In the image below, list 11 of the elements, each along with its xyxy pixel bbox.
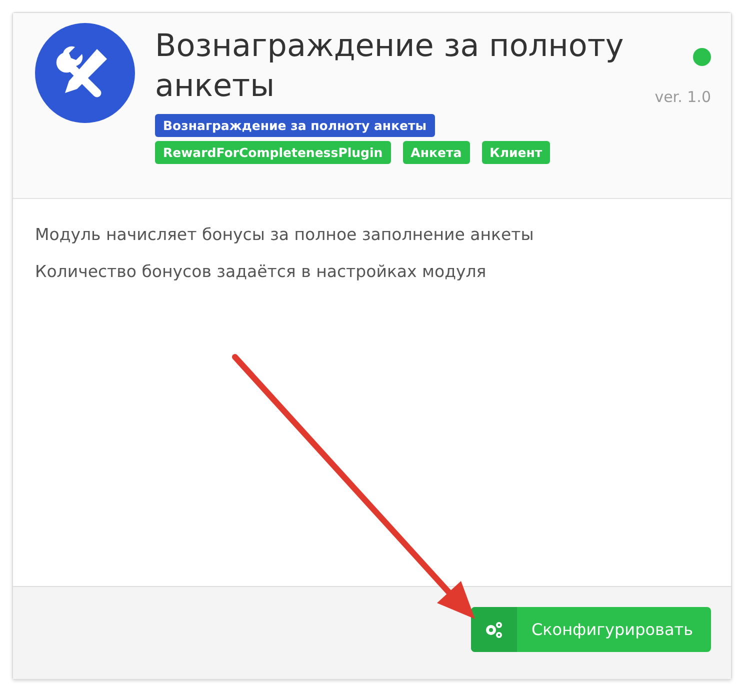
description-text: Модуль начисляет бонусы за полное заполнение анкеты: [35, 225, 535, 244]
version-label: ver. 1.0: [654, 88, 711, 106]
tag: Клиент: [482, 141, 550, 164]
configure-button[interactable]: Сконфигурировать: [471, 607, 711, 652]
tag: RewardForCompletenessPlugin: [155, 141, 391, 164]
description-text: Количество бонусов задаётся в настройках модуля: [35, 262, 488, 281]
tag: Вознаграждение за полноту анкеты: [155, 114, 435, 137]
gears-icon: [484, 620, 504, 638]
tag: Анкета: [402, 141, 470, 164]
module-title: Вознаграждение за полноту анкеты: [155, 27, 625, 106]
wrench-pencil-icon: [35, 23, 135, 123]
